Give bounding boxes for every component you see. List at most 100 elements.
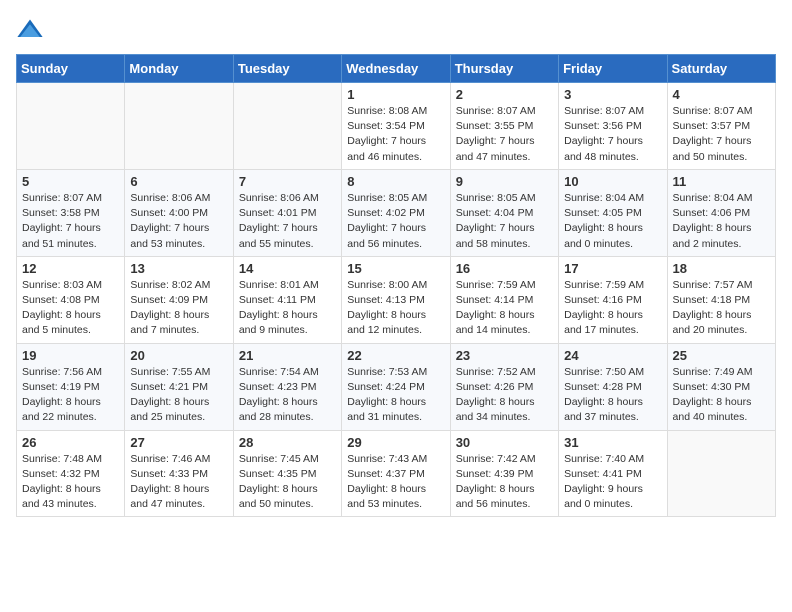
day-number: 10 <box>564 174 661 189</box>
day-number: 2 <box>456 87 553 102</box>
day-number: 20 <box>130 348 227 363</box>
day-info: Sunrise: 8:05 AM Sunset: 4:04 PM Dayligh… <box>456 191 553 252</box>
day-number: 26 <box>22 435 119 450</box>
calendar-cell: 22 Sunrise: 7:53 AM Sunset: 4:24 PM Dayli… <box>342 343 450 430</box>
day-header-wednesday: Wednesday <box>342 55 450 83</box>
calendar-cell: 16Sunrise: 7:59 AM Sunset: 4:14 PM Dayli… <box>450 256 558 343</box>
day-number: 7 <box>239 174 336 189</box>
day-header-monday: Monday <box>125 55 233 83</box>
calendar-cell <box>667 430 775 517</box>
calendar-cell: 24 Sunrise: 7:50 AM Sunset: 4:28 PM Dayli… <box>559 343 667 430</box>
calendar-cell: 6Sunrise: 8:06 AM Sunset: 4:00 PM Daylig… <box>125 169 233 256</box>
calendar-cell: 15 Sunrise: 8:00 AM Sunset: 4:13 PM Dayli… <box>342 256 450 343</box>
calendar-cell: 21 Sunrise: 7:54 AM Sunset: 4:23 PM Dayli… <box>233 343 341 430</box>
day-number: 22 <box>347 348 444 363</box>
day-info: Sunrise: 8:08 AM Sunset: 3:54 PM Dayligh… <box>347 104 444 165</box>
calendar-week-3: 12 Sunrise: 8:03 AM Sunset: 4:08 PM Dayli… <box>17 256 776 343</box>
day-info: Sunrise: 8:02 AM Sunset: 4:09 PM Dayligh… <box>130 278 227 339</box>
calendar-cell: 4Sunrise: 8:07 AM Sunset: 3:57 PM Daylig… <box>667 83 775 170</box>
calendar-cell: 10Sunrise: 8:04 AM Sunset: 4:05 PM Dayli… <box>559 169 667 256</box>
day-info: Sunrise: 8:00 AM Sunset: 4:13 PM Dayligh… <box>347 278 444 339</box>
day-number: 23 <box>456 348 553 363</box>
calendar-cell: 11 Sunrise: 8:04 AM Sunset: 4:06 PM Dayli… <box>667 169 775 256</box>
calendar-cell: 5 Sunrise: 8:07 AM Sunset: 3:58 PM Daylig… <box>17 169 125 256</box>
day-number: 11 <box>673 174 770 189</box>
day-info: Sunrise: 8:01 AM Sunset: 4:11 PM Dayligh… <box>239 278 336 339</box>
day-number: 14 <box>239 261 336 276</box>
calendar-table: SundayMondayTuesdayWednesdayThursdayFrid… <box>16 54 776 517</box>
calendar-cell <box>233 83 341 170</box>
day-info: Sunrise: 7:46 AM Sunset: 4:33 PM Dayligh… <box>130 452 227 513</box>
day-number: 21 <box>239 348 336 363</box>
calendar-cell <box>125 83 233 170</box>
day-number: 24 <box>564 348 661 363</box>
day-number: 25 <box>673 348 770 363</box>
day-info: Sunrise: 8:07 AM Sunset: 3:57 PM Dayligh… <box>673 104 770 165</box>
day-number: 28 <box>239 435 336 450</box>
calendar-cell: 7 Sunrise: 8:06 AM Sunset: 4:01 PM Daylig… <box>233 169 341 256</box>
day-info: Sunrise: 7:50 AM Sunset: 4:28 PM Dayligh… <box>564 365 661 426</box>
day-info: Sunrise: 8:07 AM Sunset: 3:55 PM Dayligh… <box>456 104 553 165</box>
day-number: 15 <box>347 261 444 276</box>
calendar-cell: 23 Sunrise: 7:52 AM Sunset: 4:26 PM Dayli… <box>450 343 558 430</box>
day-info: Sunrise: 7:56 AM Sunset: 4:19 PM Dayligh… <box>22 365 119 426</box>
calendar-cell: 19 Sunrise: 7:56 AM Sunset: 4:19 PM Dayli… <box>17 343 125 430</box>
day-number: 8 <box>347 174 444 189</box>
day-number: 30 <box>456 435 553 450</box>
calendar-cell: 13 Sunrise: 8:02 AM Sunset: 4:09 PM Dayli… <box>125 256 233 343</box>
calendar-cell: 30 Sunrise: 7:42 AM Sunset: 4:39 PM Dayli… <box>450 430 558 517</box>
calendar-week-1: 1Sunrise: 8:08 AM Sunset: 3:54 PM Daylig… <box>17 83 776 170</box>
day-number: 16 <box>456 261 553 276</box>
day-number: 5 <box>22 174 119 189</box>
day-header-thursday: Thursday <box>450 55 558 83</box>
calendar-cell: 31Sunrise: 7:40 AM Sunset: 4:41 PM Dayli… <box>559 430 667 517</box>
logo <box>16 16 48 44</box>
day-info: Sunrise: 7:52 AM Sunset: 4:26 PM Dayligh… <box>456 365 553 426</box>
logo-icon <box>16 16 44 44</box>
calendar-header-row: SundayMondayTuesdayWednesdayThursdayFrid… <box>17 55 776 83</box>
day-info: Sunrise: 7:40 AM Sunset: 4:41 PM Dayligh… <box>564 452 661 513</box>
calendar-cell: 28 Sunrise: 7:45 AM Sunset: 4:35 PM Dayli… <box>233 430 341 517</box>
day-info: Sunrise: 7:54 AM Sunset: 4:23 PM Dayligh… <box>239 365 336 426</box>
calendar-cell: 3Sunrise: 8:07 AM Sunset: 3:56 PM Daylig… <box>559 83 667 170</box>
day-header-saturday: Saturday <box>667 55 775 83</box>
day-info: Sunrise: 7:55 AM Sunset: 4:21 PM Dayligh… <box>130 365 227 426</box>
calendar-cell: 26Sunrise: 7:48 AM Sunset: 4:32 PM Dayli… <box>17 430 125 517</box>
day-number: 12 <box>22 261 119 276</box>
calendar-cell: 20 Sunrise: 7:55 AM Sunset: 4:21 PM Dayli… <box>125 343 233 430</box>
calendar-week-2: 5 Sunrise: 8:07 AM Sunset: 3:58 PM Daylig… <box>17 169 776 256</box>
calendar-cell: 27 Sunrise: 7:46 AM Sunset: 4:33 PM Dayli… <box>125 430 233 517</box>
calendar-cell <box>17 83 125 170</box>
day-number: 27 <box>130 435 227 450</box>
calendar-cell: 25 Sunrise: 7:49 AM Sunset: 4:30 PM Dayli… <box>667 343 775 430</box>
day-number: 29 <box>347 435 444 450</box>
day-info: Sunrise: 7:45 AM Sunset: 4:35 PM Dayligh… <box>239 452 336 513</box>
day-number: 13 <box>130 261 227 276</box>
day-number: 19 <box>22 348 119 363</box>
calendar-cell: 2 Sunrise: 8:07 AM Sunset: 3:55 PM Daylig… <box>450 83 558 170</box>
day-info: Sunrise: 8:03 AM Sunset: 4:08 PM Dayligh… <box>22 278 119 339</box>
calendar-cell: 18Sunrise: 7:57 AM Sunset: 4:18 PM Dayli… <box>667 256 775 343</box>
calendar-cell: 29 Sunrise: 7:43 AM Sunset: 4:37 PM Dayli… <box>342 430 450 517</box>
day-info: Sunrise: 7:53 AM Sunset: 4:24 PM Dayligh… <box>347 365 444 426</box>
day-info: Sunrise: 8:05 AM Sunset: 4:02 PM Dayligh… <box>347 191 444 252</box>
day-header-sunday: Sunday <box>17 55 125 83</box>
day-info: Sunrise: 8:06 AM Sunset: 4:01 PM Dayligh… <box>239 191 336 252</box>
day-info: Sunrise: 7:49 AM Sunset: 4:30 PM Dayligh… <box>673 365 770 426</box>
day-info: Sunrise: 7:43 AM Sunset: 4:37 PM Dayligh… <box>347 452 444 513</box>
day-info: Sunrise: 8:07 AM Sunset: 3:56 PM Dayligh… <box>564 104 661 165</box>
day-info: Sunrise: 7:42 AM Sunset: 4:39 PM Dayligh… <box>456 452 553 513</box>
calendar-cell: 14 Sunrise: 8:01 AM Sunset: 4:11 PM Dayli… <box>233 256 341 343</box>
calendar-cell: 12 Sunrise: 8:03 AM Sunset: 4:08 PM Dayli… <box>17 256 125 343</box>
calendar-week-4: 19 Sunrise: 7:56 AM Sunset: 4:19 PM Dayli… <box>17 343 776 430</box>
day-info: Sunrise: 8:07 AM Sunset: 3:58 PM Dayligh… <box>22 191 119 252</box>
day-number: 6 <box>130 174 227 189</box>
calendar-cell: 1Sunrise: 8:08 AM Sunset: 3:54 PM Daylig… <box>342 83 450 170</box>
day-header-tuesday: Tuesday <box>233 55 341 83</box>
calendar-week-5: 26Sunrise: 7:48 AM Sunset: 4:32 PM Dayli… <box>17 430 776 517</box>
day-header-friday: Friday <box>559 55 667 83</box>
calendar-cell: 17Sunrise: 7:59 AM Sunset: 4:16 PM Dayli… <box>559 256 667 343</box>
page-header <box>16 16 776 44</box>
day-info: Sunrise: 8:04 AM Sunset: 4:06 PM Dayligh… <box>673 191 770 252</box>
calendar-cell: 8 Sunrise: 8:05 AM Sunset: 4:02 PM Daylig… <box>342 169 450 256</box>
